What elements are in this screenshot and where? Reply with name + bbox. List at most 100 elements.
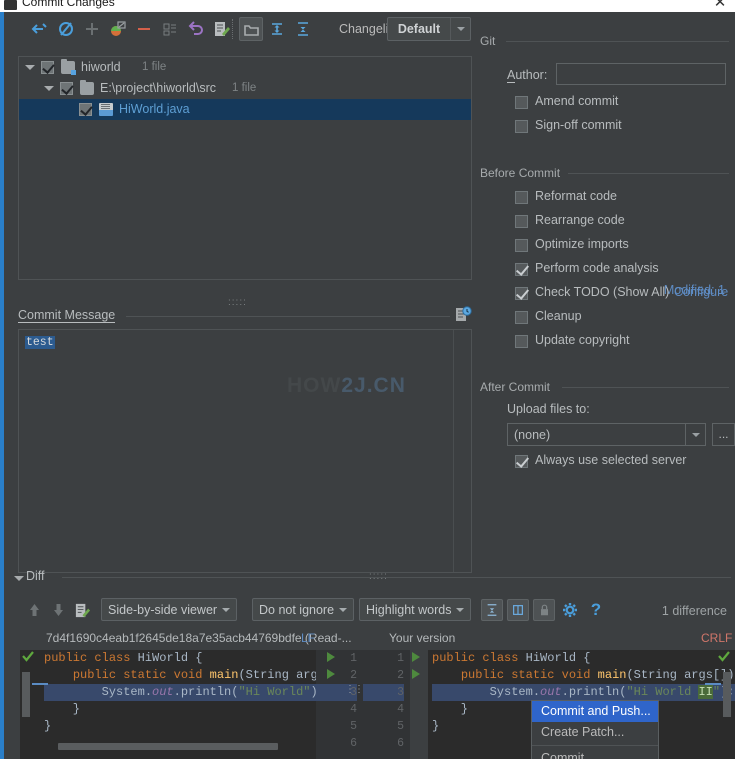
checkbox-box[interactable] [515, 335, 528, 348]
changed-files-tree[interactable]: hiworld 1 file E:\project\hiworld\src 1 … [18, 56, 472, 280]
chevron-down-icon[interactable] [450, 18, 470, 40]
checkbox-box[interactable] [515, 263, 528, 276]
viewer-mode-combo[interactable]: Side-by-side viewer [101, 598, 238, 621]
message-history-icon[interactable] [454, 306, 472, 324]
line-number: 4 [350, 703, 357, 716]
table-row[interactable]: hiworld 1 file [19, 57, 471, 78]
diff-left-vscrollbar[interactable] [22, 672, 30, 717]
author-field[interactable] [556, 63, 726, 85]
after-commit-section-header: After Commit [480, 380, 735, 394]
collapse-unchanged-icon[interactable] [481, 599, 503, 621]
author-label: Author: [507, 68, 548, 83]
accept-change-icon[interactable] [326, 668, 337, 683]
close-icon[interactable]: ✕ [711, 0, 729, 12]
code-line: System.out.println("Hi World II"); [432, 684, 735, 701]
title-bar: Commit Changes ✕ [0, 0, 735, 12]
commit-changes-window: Commit Changes ✕ Changelist: Default hiw… [0, 0, 735, 759]
chevron-down-icon[interactable] [44, 78, 54, 99]
changelist-combo[interactable]: Default [387, 17, 471, 41]
browse-servers-button[interactable]: ... [712, 423, 735, 446]
splitter-handle[interactable]: ::::: [369, 571, 388, 582]
window-title: Commit Changes [22, 0, 115, 9]
window-body: Changelist: Default hiworld 1 file E:\pr… [0, 12, 735, 759]
whitespace-mode-combo[interactable]: Do not ignore [252, 598, 355, 621]
diff-viewer: 7d4f1690c4eab1f2645de18a7e35acb44769bdfe… [4, 628, 735, 759]
read-only-lock-icon[interactable] [533, 599, 555, 621]
diff-change-marker [32, 683, 48, 685]
help-icon[interactable]: ? [587, 598, 605, 622]
line-number: 2 [397, 669, 404, 682]
accept-change-icon[interactable] [326, 651, 337, 666]
row-label: E:\project\hiworld\src [100, 81, 217, 95]
add-icon[interactable] [80, 17, 104, 41]
section-title: Git [480, 34, 496, 48]
expand-all-icon[interactable] [265, 17, 289, 41]
upload-server-combo[interactable]: (none) [507, 423, 706, 446]
app-icon [4, 0, 17, 10]
group-by-directory-icon[interactable] [239, 17, 263, 41]
show-whitespaces-icon[interactable] [507, 599, 529, 621]
checkbox-label: Update copyright [535, 333, 630, 347]
delete-icon[interactable] [132, 17, 156, 41]
move-to-changelist-icon[interactable] [106, 17, 130, 41]
chevron-down-icon[interactable] [25, 57, 35, 78]
checkbox-label: Optimize imports [535, 237, 629, 251]
folder-module-icon [61, 59, 76, 75]
collapse-all-icon[interactable] [291, 17, 315, 41]
menu-item-commit[interactable]: Commit [532, 748, 658, 759]
checkbox-label: Sign-off commit [535, 118, 622, 132]
code-line: public static void main(String args[]){ [72, 668, 316, 682]
edit-source-icon[interactable] [210, 17, 234, 41]
highlight-mode-value: Highlight words [366, 602, 452, 617]
diff-left-pane[interactable]: public class HiWorld { public static voi… [20, 650, 316, 759]
edit-source-icon[interactable] [72, 598, 92, 622]
menu-item-commit-and-push[interactable]: Commit and Push... [532, 701, 658, 722]
section-title: Diff [26, 569, 45, 583]
diff-right-vscrollbar[interactable] [723, 672, 731, 717]
line-number: 3 [363, 684, 404, 701]
refresh-changes-icon[interactable] [28, 17, 52, 41]
upload-files-label: Upload files to: [507, 402, 590, 416]
arrow-down-icon[interactable] [48, 598, 68, 622]
row-checkbox[interactable] [60, 82, 73, 95]
diff-left-eol[interactable]: LF [301, 628, 315, 648]
configure-todo-link[interactable]: Configure [674, 285, 728, 299]
checkbox-box[interactable] [515, 311, 528, 324]
section-title: Before Commit [480, 166, 561, 180]
checkbox-box[interactable] [515, 96, 528, 109]
new-changelist-icon[interactable] [158, 17, 182, 41]
accept-change-icon[interactable] [411, 651, 422, 666]
viewer-mode-value: Side-by-side viewer [108, 602, 218, 617]
highlight-mode-combo[interactable]: Highlight words [359, 598, 472, 621]
chevron-down-icon[interactable] [685, 424, 705, 445]
commit-context-menu[interactable]: Commit and Push... Create Patch... Commi… [531, 700, 659, 759]
row-checkbox[interactable] [41, 61, 54, 74]
accept-change-icon[interactable] [411, 668, 422, 683]
checkbox-box[interactable] [515, 120, 528, 133]
row-checkbox[interactable] [79, 103, 92, 116]
arrow-up-icon[interactable] [24, 598, 44, 622]
menu-item-create-patch[interactable]: Create Patch... [532, 722, 658, 743]
commit-message-gutter [453, 330, 471, 572]
revert-icon[interactable] [184, 17, 208, 41]
commit-message-input[interactable]: test [18, 329, 472, 573]
table-row[interactable]: E:\project\hiworld\src 1 file [19, 78, 471, 99]
diff-left-hscrollbar[interactable] [58, 743, 278, 750]
checkbox-box[interactable] [515, 191, 528, 204]
diff-section-header[interactable]: Diff ::::: [14, 569, 735, 587]
upload-server-value: (none) [514, 428, 551, 442]
splitter-handle[interactable]: ::::: [228, 298, 258, 308]
checkbox-label: Always use selected server [535, 453, 687, 467]
gear-icon[interactable] [559, 598, 581, 622]
table-row[interactable]: HiWorld.java [19, 99, 471, 120]
checkbox-box[interactable] [515, 215, 528, 228]
rollback-icon[interactable] [54, 17, 78, 41]
diff-right-eol[interactable]: CRLF [701, 628, 732, 648]
checkbox-box[interactable] [515, 287, 528, 300]
chevron-down-icon[interactable] [14, 576, 24, 581]
change-gutter-marker: ⋮⋮ [345, 684, 364, 695]
git-section-header: Git [480, 34, 735, 48]
checkbox-label: Reformat code [535, 189, 617, 203]
checkbox-box[interactable] [515, 455, 528, 468]
checkbox-box[interactable] [515, 239, 528, 252]
